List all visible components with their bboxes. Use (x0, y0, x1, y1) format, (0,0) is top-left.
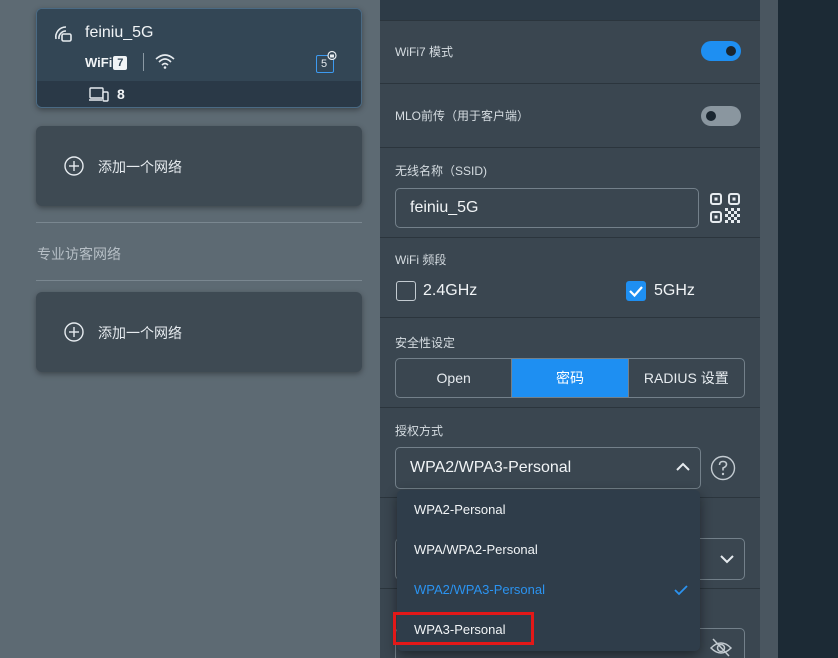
auth-option-selected[interactable]: WPA2/WPA3-Personal (397, 570, 700, 610)
wifi7-mode-label: WiFi7 模式 (395, 45, 453, 59)
auth-option[interactable]: WPA/WPA2-Personal (397, 530, 700, 570)
auth-method-value: WPA2/WPA3-Personal (410, 459, 572, 476)
check-icon (674, 585, 688, 596)
network-ssid: feiniu_5G (85, 24, 154, 41)
security-settings-label: 安全性设定 (395, 336, 456, 350)
network-card-footer (37, 81, 361, 107)
wifi7-badge: WiFi 7 (85, 55, 128, 70)
wifi-badge-text: WiFi (85, 55, 113, 70)
row-divider (380, 407, 760, 408)
add-network-card[interactable]: 添加一个网络 (36, 126, 362, 206)
security-tab-radius[interactable]: RADIUS 设置 (627, 359, 744, 397)
row-divider (380, 237, 760, 238)
row-divider (380, 20, 760, 21)
band-24ghz-checkbox[interactable] (396, 281, 416, 301)
toggle-knob (706, 111, 716, 121)
wifi-band-label: WiFi 频段 (395, 253, 447, 267)
ssid-input[interactable]: feiniu_5G (395, 188, 699, 228)
wpa3-highlight-box (393, 612, 534, 645)
wifi7-mode-toggle[interactable] (701, 41, 741, 61)
devices-icon (89, 87, 109, 102)
security-mode-segment: Open 密码 RADIUS 设置 (395, 358, 745, 398)
help-icon[interactable] (710, 455, 736, 481)
panel-scroll-gutter (760, 0, 778, 658)
auth-option-label: WPA2/WPA3-Personal (414, 582, 546, 597)
toggle-knob (726, 46, 736, 56)
band-5ghz-label: 5GHz (654, 282, 695, 299)
auth-method-select[interactable]: WPA2/WPA3-Personal (395, 447, 701, 489)
wifi-icon (155, 54, 175, 69)
network-settings-icon (55, 26, 72, 42)
add-guest-network-label: 添加一个网络 (98, 325, 182, 341)
ssid-label: 无线名称（SSID) (395, 164, 488, 178)
plus-circle-icon (64, 156, 84, 176)
security-tab-open[interactable]: Open (396, 359, 511, 397)
row-divider (380, 83, 760, 84)
add-guest-network-card[interactable]: 添加一个网络 (36, 292, 362, 372)
auth-option[interactable]: WPA2-Personal (397, 490, 700, 530)
auth-method-label: 授权方式 (395, 424, 444, 438)
security-tab-password[interactable]: 密码 (511, 359, 628, 397)
chevron-down-icon (720, 555, 734, 564)
row-divider (380, 317, 760, 318)
network-card-header (37, 9, 361, 81)
check-icon (629, 286, 643, 298)
mlo-backhaul-toggle[interactable] (701, 106, 741, 126)
chevron-up-icon (676, 462, 690, 471)
qr-code-icon[interactable] (710, 193, 740, 223)
band-24ghz-label: 2.4GHz (423, 282, 478, 299)
plus-circle-icon (64, 322, 84, 342)
mlo-backhaul-label: MLO前传（用于客户端） (395, 109, 530, 123)
network-card[interactable]: feiniu_5G WiFi 7 5 8 (36, 8, 362, 108)
guest-network-section-title: 专业访客网络 (37, 246, 121, 262)
divider (36, 222, 362, 223)
add-network-label: 添加一个网络 (98, 159, 182, 175)
client-count: 8 (117, 86, 125, 102)
panel-header (380, 0, 760, 20)
background-edge (778, 0, 838, 658)
band-5ghz-checkbox[interactable] (626, 281, 646, 301)
divider (36, 280, 362, 281)
row-divider (380, 147, 760, 148)
lock-icon (327, 50, 337, 60)
badge-divider (143, 53, 144, 71)
eye-off-icon[interactable] (709, 636, 733, 658)
wifi-gen-number: 7 (113, 55, 128, 70)
